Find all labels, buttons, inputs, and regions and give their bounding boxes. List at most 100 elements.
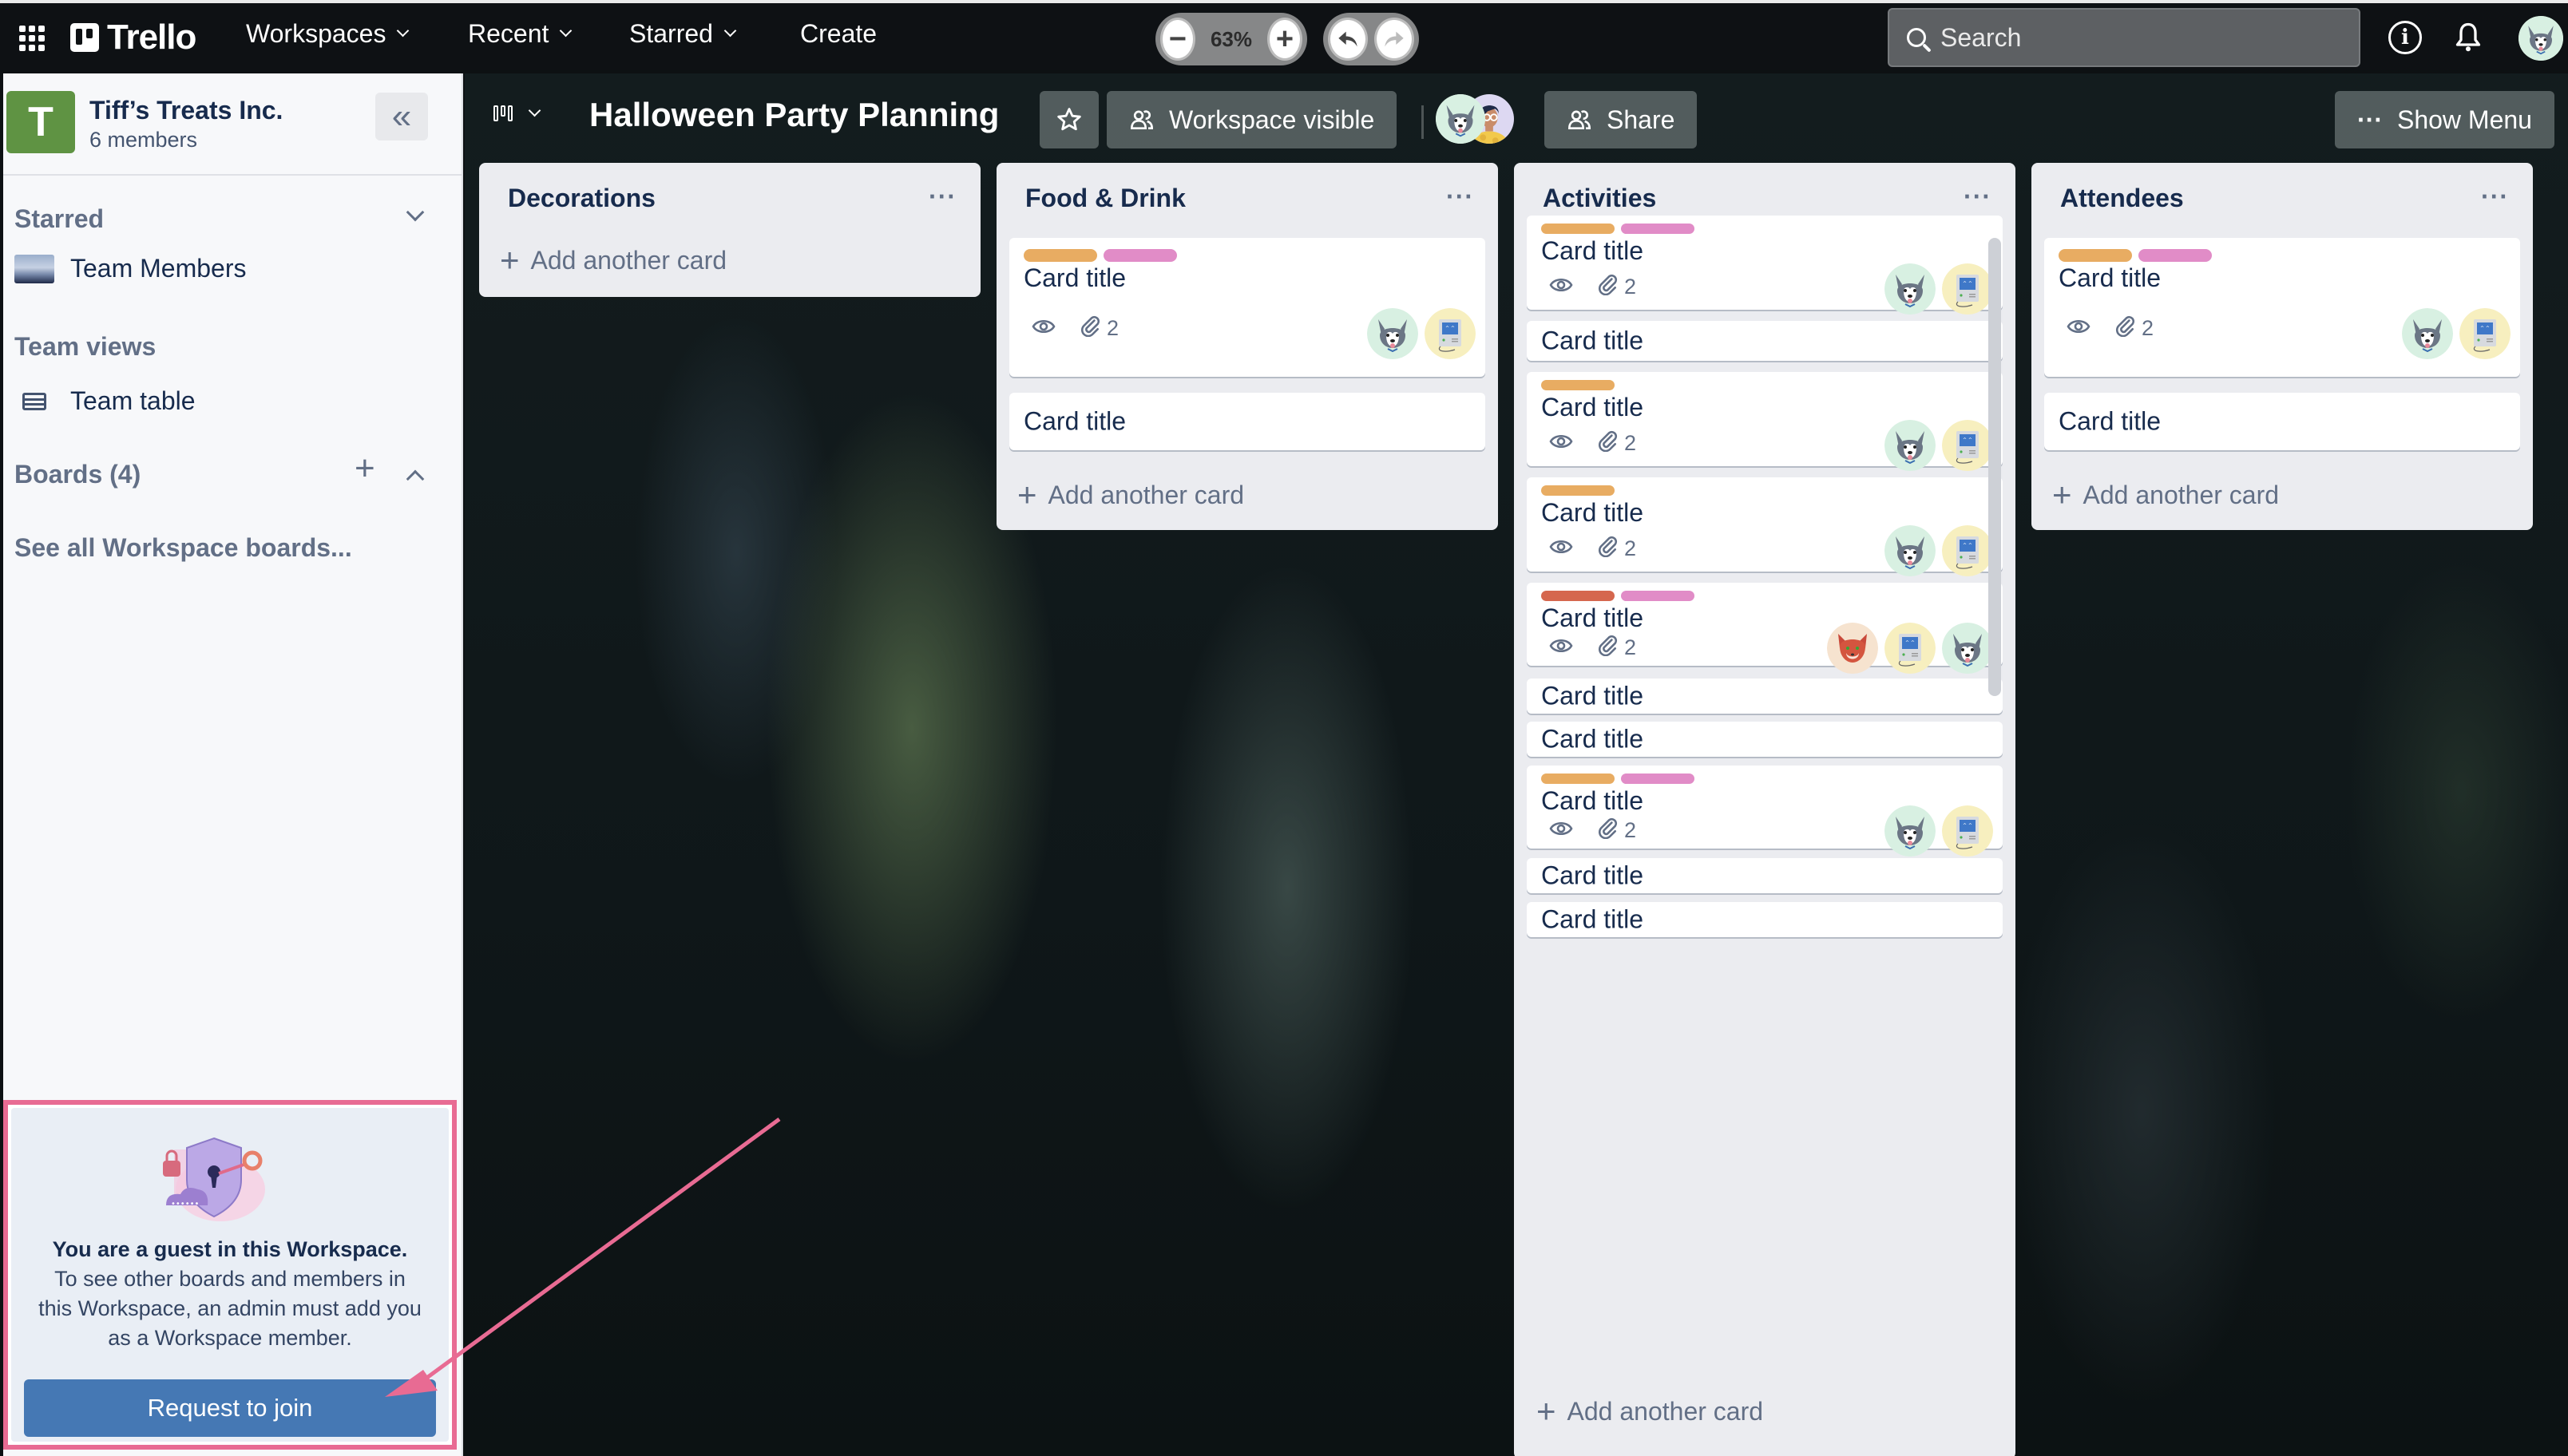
see-all-boards-link[interactable]: See all Workspace boards... bbox=[14, 533, 352, 563]
card[interactable]: Card title 2 ^ ^ bbox=[1527, 372, 2003, 471]
card[interactable]: Card title bbox=[2044, 393, 2520, 450]
card-label-orange[interactable] bbox=[1541, 380, 1615, 390]
sidebar-item-label: Team table bbox=[70, 386, 196, 415]
list-title[interactable]: Activities bbox=[1543, 184, 1656, 213]
svg-text:^ ^: ^ ^ bbox=[1963, 281, 1972, 287]
board-title[interactable]: Halloween Party Planning bbox=[589, 96, 999, 134]
chevron-down-icon[interactable] bbox=[406, 203, 425, 222]
search-field[interactable] bbox=[1888, 8, 2360, 67]
card-title: Card title bbox=[1541, 498, 1644, 527]
card[interactable]: Card title 2 ^ ^ bbox=[1527, 216, 2003, 315]
member-avatar-computer[interactable]: ^ ^ bbox=[1942, 525, 1993, 576]
add-card-button[interactable]: + Add another card bbox=[1017, 476, 1244, 514]
add-card-button[interactable]: + Add another card bbox=[2052, 476, 2279, 514]
chevron-down-icon bbox=[397, 24, 410, 38]
member-avatar-computer[interactable]: ^ ^ bbox=[1942, 805, 1993, 857]
card[interactable]: Card title 2 ^ ^ bbox=[1527, 477, 2003, 576]
add-card-button[interactable]: + Add another card bbox=[500, 241, 727, 279]
add-card-button[interactable]: + Add another card bbox=[1536, 1392, 1763, 1430]
card[interactable]: Card title 2 ^ ^ bbox=[1527, 766, 2003, 857]
zoom-control: − 63% + bbox=[1155, 13, 1307, 65]
card[interactable]: Card title bbox=[1527, 321, 2003, 361]
card-label-red[interactable] bbox=[1541, 591, 1615, 601]
member-avatar-fox[interactable] bbox=[1827, 623, 1878, 674]
undo-button[interactable] bbox=[1328, 18, 1368, 61]
member-avatar-computer[interactable]: ^ ^ bbox=[1942, 263, 1993, 315]
card-label-pink[interactable] bbox=[1621, 224, 1694, 234]
paperclip-icon bbox=[1597, 429, 1618, 457]
add-board-button[interactable]: + bbox=[355, 449, 375, 489]
show-menu-button[interactable]: ··· Show Menu bbox=[2335, 91, 2554, 148]
trello-logo[interactable]: Trello bbox=[70, 18, 196, 57]
member-avatar-computer[interactable]: ^ ^ bbox=[1942, 420, 1993, 471]
card-label-pink[interactable] bbox=[2138, 249, 2212, 262]
app-switcher-icon[interactable] bbox=[18, 24, 45, 51]
card-label-orange[interactable] bbox=[1541, 224, 1615, 234]
zoom-out-button[interactable]: − bbox=[1160, 18, 1195, 61]
share-button[interactable]: Share bbox=[1544, 91, 1698, 148]
card-label-pink[interactable] bbox=[1621, 774, 1694, 784]
plus-icon: + bbox=[500, 241, 520, 279]
redo-button[interactable] bbox=[1374, 18, 1414, 61]
member-avatar-husky[interactable] bbox=[1367, 308, 1418, 359]
nav-starred-menu[interactable]: Starred bbox=[629, 19, 737, 49]
list-scrollbar[interactable] bbox=[1988, 238, 2001, 696]
workspace-name[interactable]: Tiff’s Treats Inc. bbox=[89, 96, 283, 125]
star-board-button[interactable] bbox=[1040, 91, 1099, 148]
nav-create-button[interactable]: Create bbox=[800, 19, 877, 49]
nav-recent-menu[interactable]: Recent bbox=[468, 19, 573, 49]
card[interactable]: Card title bbox=[1527, 679, 2003, 714]
workspace-visible-button[interactable]: Workspace visible bbox=[1107, 91, 1397, 148]
member-avatar-husky[interactable] bbox=[1884, 420, 1936, 471]
list-menu-button[interactable]: ··· bbox=[2481, 182, 2509, 212]
member-avatar-computer[interactable]: ^ ^ bbox=[1884, 623, 1936, 674]
list-menu-button[interactable]: ··· bbox=[1446, 182, 1474, 212]
zoom-in-button[interactable]: + bbox=[1266, 18, 1302, 61]
card[interactable]: Card title 2 ^ ^ bbox=[2044, 238, 2520, 377]
member-avatar-husky[interactable] bbox=[1884, 805, 1936, 857]
member-avatar-computer[interactable]: ^ ^ bbox=[1425, 308, 1476, 359]
member-avatar-husky[interactable] bbox=[1884, 263, 1936, 315]
card-label-pink[interactable] bbox=[1104, 249, 1177, 262]
list-title[interactable]: Food & Drink bbox=[1025, 184, 1186, 213]
card-label-pink[interactable] bbox=[1621, 591, 1694, 601]
bell-icon[interactable] bbox=[2451, 21, 2485, 54]
collapse-sidebar-button[interactable]: « bbox=[375, 93, 428, 140]
sidebar-item-team-members[interactable]: Team Members bbox=[14, 254, 247, 283]
member-avatar-husky[interactable] bbox=[1942, 623, 1993, 674]
card[interactable]: Card title bbox=[1527, 858, 2003, 893]
list-title[interactable]: Attendees bbox=[2060, 184, 2184, 213]
card-label-orange[interactable] bbox=[1541, 485, 1615, 496]
attachment-count: 2 bbox=[1624, 275, 1637, 299]
list-menu-button[interactable]: ··· bbox=[1964, 182, 1991, 212]
board-view-switcher[interactable] bbox=[493, 104, 541, 121]
card[interactable]: Card title bbox=[1527, 722, 2003, 757]
sidebar-item-team-table[interactable]: Team table bbox=[14, 386, 196, 416]
card[interactable]: Card title 2 ^ ^ bbox=[1527, 583, 2003, 674]
card-members: ^ ^ bbox=[1884, 525, 1993, 576]
card-labels bbox=[1024, 249, 1177, 262]
card[interactable]: Card title bbox=[1527, 902, 2003, 937]
undo-icon bbox=[1338, 31, 1357, 47]
request-to-join-button[interactable]: Request to join bbox=[24, 1379, 436, 1437]
husky-avatar-image bbox=[1884, 525, 1936, 576]
member-avatar-husky[interactable] bbox=[1884, 525, 1936, 576]
search-input[interactable] bbox=[1940, 22, 2324, 53]
card-label-orange[interactable] bbox=[1024, 249, 1097, 262]
info-icon[interactable]: i bbox=[2388, 21, 2422, 54]
list-menu-button[interactable]: ··· bbox=[929, 182, 957, 212]
card-label-orange[interactable] bbox=[2059, 249, 2132, 262]
user-avatar[interactable] bbox=[2518, 16, 2563, 61]
card-members: ^ ^ bbox=[1884, 420, 1993, 471]
list-title[interactable]: Decorations bbox=[508, 184, 656, 213]
guest-notice: •••••• You are a guest in this Workspace… bbox=[11, 1108, 449, 1442]
member-avatar-computer[interactable]: ^ ^ bbox=[2459, 308, 2511, 359]
board-member-avatar-husky[interactable] bbox=[1436, 94, 1485, 144]
card[interactable]: Card title bbox=[1009, 393, 1485, 450]
card[interactable]: Card title 2 ^ ^ bbox=[1009, 238, 1485, 377]
member-avatar-husky[interactable] bbox=[2402, 308, 2453, 359]
paperclip-icon bbox=[1597, 273, 1618, 301]
nav-workspaces-menu[interactable]: Workspaces bbox=[246, 19, 410, 49]
card-label-orange[interactable] bbox=[1541, 774, 1615, 784]
chevron-up-icon[interactable] bbox=[406, 469, 425, 489]
